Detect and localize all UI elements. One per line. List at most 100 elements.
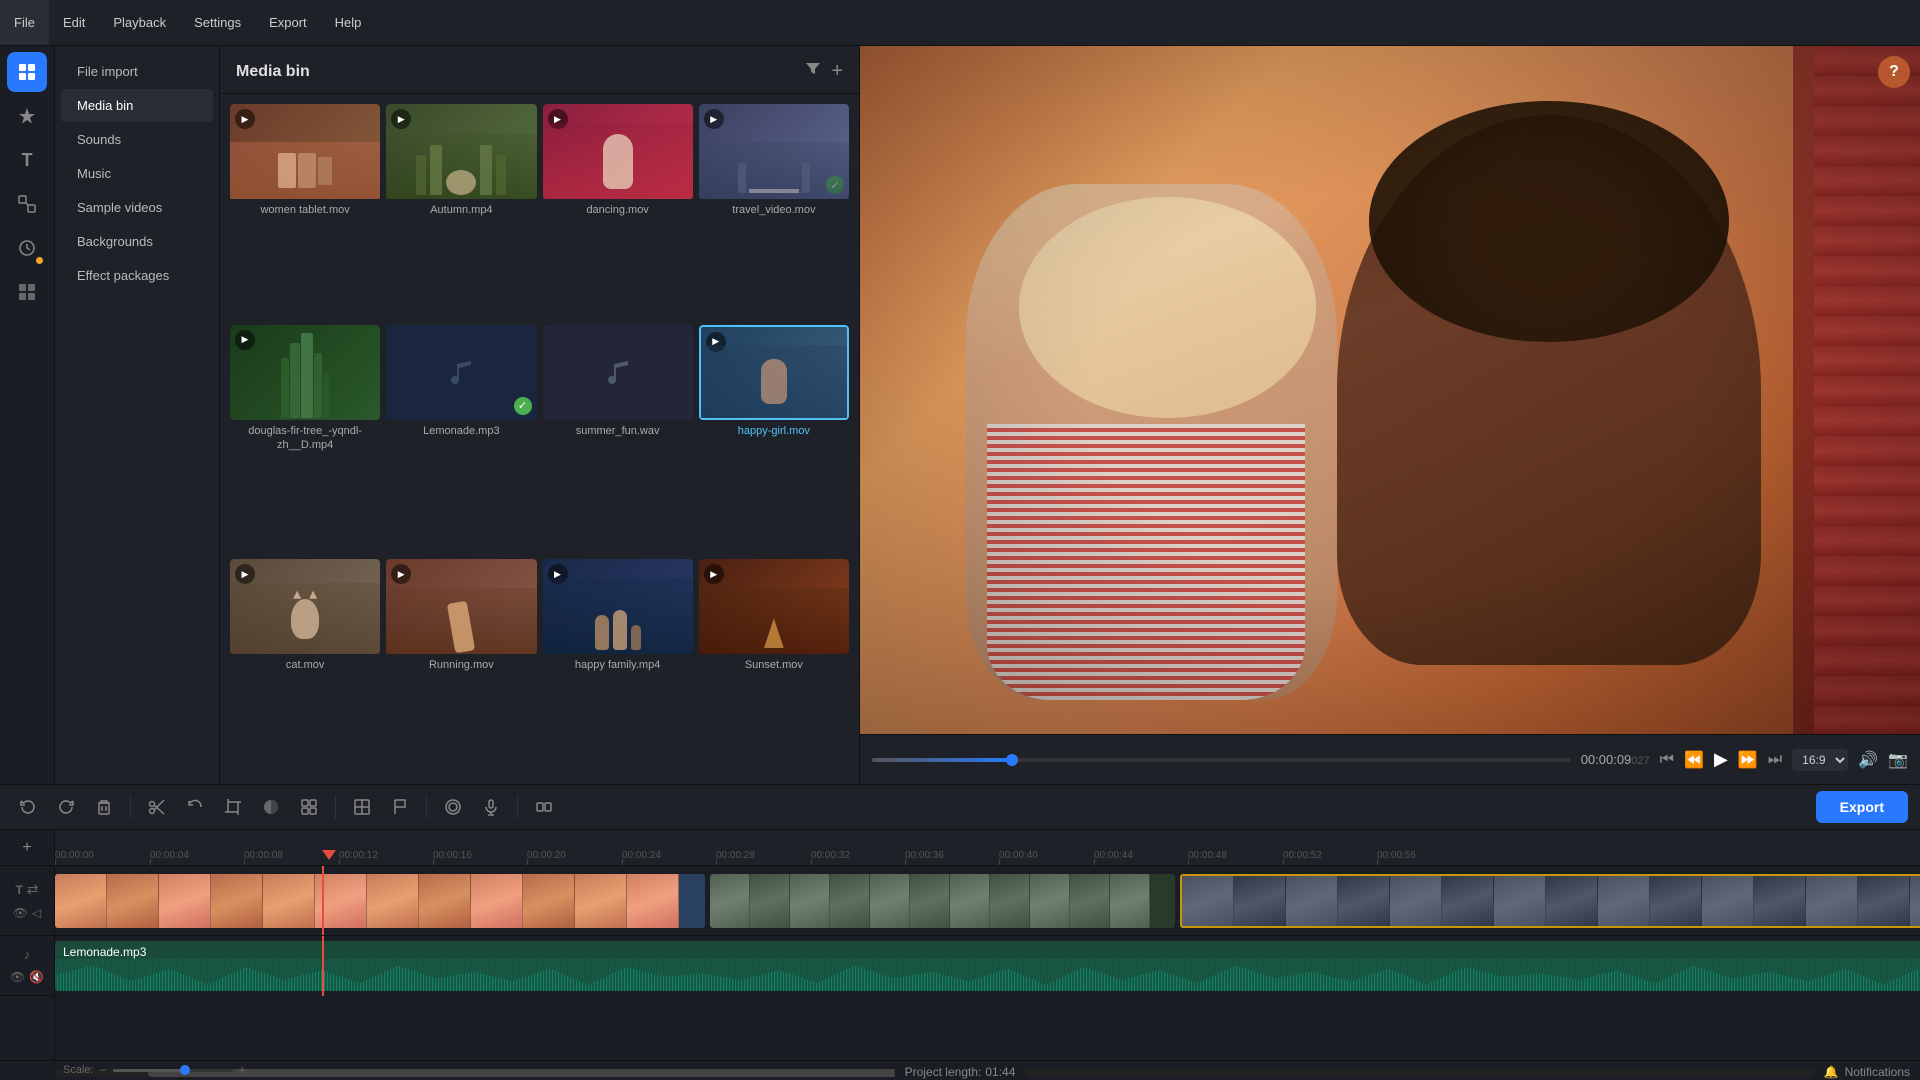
sidebar-item-media-bin[interactable]: Media bin xyxy=(61,89,213,122)
scale-slider[interactable] xyxy=(113,1069,233,1072)
skip-to-end-button[interactable]: ⏭ xyxy=(1768,751,1782,769)
split-button[interactable] xyxy=(528,791,560,823)
flag-button[interactable] xyxy=(384,791,416,823)
time-milliseconds: 027 xyxy=(1631,755,1649,767)
filter-button[interactable] xyxy=(293,791,325,823)
sidebar-transitions-btn[interactable] xyxy=(7,184,47,224)
add-media-icon[interactable]: + xyxy=(831,60,843,83)
timeline-main: + T ⇄ 👁 ◁ ♪ 👁 🔇 xyxy=(0,830,1920,1060)
notifications-area[interactable]: 🔔 Notifications xyxy=(1814,1064,1920,1080)
help-button[interactable]: ? xyxy=(1878,56,1910,88)
separator-4 xyxy=(517,795,518,819)
current-time: 00:00:09 xyxy=(1581,752,1632,767)
media-item-autumn[interactable]: ▶ Autumn.mp4 xyxy=(386,104,536,319)
snapshot-button[interactable]: 📷 xyxy=(1888,750,1908,770)
progress-fill xyxy=(872,758,1012,762)
playhead-video xyxy=(322,866,324,935)
media-item-summer-fun[interactable]: summer_fun.wav xyxy=(543,325,693,554)
menu-help[interactable]: Help xyxy=(321,0,376,45)
scale-slider-thumb[interactable] xyxy=(180,1065,190,1075)
volume-button[interactable]: 🔊 xyxy=(1858,750,1878,770)
eye-audio-icon[interactable]: 👁 xyxy=(10,970,25,984)
skip-to-start-button[interactable]: ⏮ xyxy=(1660,751,1674,769)
sidebar-pin-btn[interactable] xyxy=(7,96,47,136)
aspect-ratio-select[interactable]: 16:9 4:3 1:1 9:16 xyxy=(1792,749,1848,771)
layout-button[interactable] xyxy=(346,791,378,823)
notifications-label: Notifications xyxy=(1845,1065,1910,1079)
sidebar-media-btn[interactable] xyxy=(7,52,47,92)
video-track-label: T ⇄ 👁 ◁ xyxy=(0,866,54,936)
rotate-button[interactable] xyxy=(179,791,211,823)
media-item-women-tablet[interactable]: ▶ women tablet.mov xyxy=(230,104,380,319)
media-item-douglas[interactable]: ▶ douglas-fir-tree_-yqndl-zh__D.mp4 xyxy=(230,325,380,554)
sidebar-clock-btn[interactable] xyxy=(7,228,47,268)
sidebar-effects-btn[interactable] xyxy=(7,272,47,312)
next-frame-button[interactable]: ⏩ xyxy=(1738,750,1758,770)
prev-frame-button[interactable]: ⏪ xyxy=(1684,750,1704,770)
sidebar-item-sounds[interactable]: Sounds xyxy=(61,123,213,156)
ruler-mark-32: 00:00:32 xyxy=(811,850,850,861)
ruler-mark-36: 00:00:36 xyxy=(905,850,944,861)
voiceover-button[interactable] xyxy=(475,791,507,823)
clip-women-tablet[interactable] xyxy=(55,874,705,928)
sidebar-item-file-import[interactable]: File import xyxy=(61,55,213,88)
scale-slider-fill xyxy=(113,1069,185,1072)
clip-happy-girl[interactable] xyxy=(1180,874,1920,928)
timeline-scrollbar-thumb[interactable] xyxy=(148,1069,987,1077)
menu-edit[interactable]: Edit xyxy=(49,0,99,45)
cut-button[interactable] xyxy=(141,791,173,823)
add-track-icon[interactable]: + xyxy=(22,839,31,857)
media-item-sunset[interactable]: ▶ Sunset.mov xyxy=(699,559,849,774)
scale-minus-icon[interactable]: − xyxy=(100,1063,107,1077)
video-track[interactable] xyxy=(55,866,1920,936)
sidebar-item-sample-videos[interactable]: Sample videos xyxy=(61,191,213,224)
media-item-travel[interactable]: ▶ ✓ travel_video.mov xyxy=(699,104,849,319)
audio-waveform xyxy=(55,959,1920,991)
progress-bar[interactable] xyxy=(872,758,1571,762)
timeline-add-track[interactable]: + xyxy=(0,830,54,866)
clip-travel-video[interactable] xyxy=(710,874,1175,928)
progress-thumb[interactable] xyxy=(1006,754,1018,766)
separator-3 xyxy=(426,795,427,819)
delete-button[interactable] xyxy=(88,791,120,823)
media-item-running[interactable]: ▶ Running.mov xyxy=(386,559,536,774)
play-pause-button[interactable]: ▶ xyxy=(1714,749,1728,770)
media-item-label: summer_fun.wav xyxy=(543,424,693,442)
sidebar-text-btn[interactable]: T xyxy=(7,140,47,180)
ruler-mark-44: 00:00:44 xyxy=(1094,850,1133,861)
timeline-ruler[interactable]: 00:00:00 00:00:04 00:00:08 00:00:12 00:0… xyxy=(55,830,1920,866)
record-button[interactable] xyxy=(437,791,469,823)
filter-icon[interactable] xyxy=(805,60,821,83)
media-item-happy-girl[interactable]: ▶ happy-girl.mov xyxy=(699,325,849,554)
media-item-dancing[interactable]: ▶ dancing.mov xyxy=(543,104,693,319)
menu-export[interactable]: Export xyxy=(255,0,321,45)
sidebar-item-backgrounds[interactable]: Backgrounds xyxy=(61,225,213,258)
media-grid: ▶ women tablet.mov ▶ xyxy=(220,94,859,784)
music-note-icon xyxy=(598,352,638,392)
media-item-label: dancing.mov xyxy=(543,203,693,221)
link-track-icon: ⇄ xyxy=(27,881,39,898)
export-button[interactable]: Export xyxy=(1816,791,1908,823)
eye-track-icon[interactable]: 👁 xyxy=(13,906,28,920)
media-item-cat[interactable]: ▶ cat.mov xyxy=(230,559,380,774)
menu-file[interactable]: File xyxy=(0,0,49,45)
media-item-happy-family[interactable]: ▶ happy family.mp4 xyxy=(543,559,693,774)
media-item-lemonade[interactable]: ✓ Lemonade.mp3 xyxy=(386,325,536,554)
panel-sidebar: File import Media bin Sounds Music Sampl… xyxy=(55,46,220,784)
menu-bar: File Edit Playback Settings Export Help xyxy=(0,0,1920,46)
redo-button[interactable] xyxy=(50,791,82,823)
mute-audio-icon[interactable]: 🔇 xyxy=(29,970,44,984)
audio-track-icon[interactable]: ◁ xyxy=(32,906,41,920)
scale-controls: Scale: − + xyxy=(55,1063,254,1077)
menu-settings[interactable]: Settings xyxy=(180,0,255,45)
color-button[interactable] xyxy=(255,791,287,823)
clip-lemonade-audio[interactable]: Lemonade.mp3 xyxy=(55,941,1920,991)
undo-button[interactable] xyxy=(12,791,44,823)
ruler-mark-24: 00:00:24 xyxy=(622,850,661,861)
scale-plus-icon[interactable]: + xyxy=(239,1063,246,1077)
audio-track[interactable]: Lemonade.mp3 xyxy=(55,936,1920,996)
crop-button[interactable] xyxy=(217,791,249,823)
sidebar-item-music[interactable]: Music xyxy=(61,157,213,190)
sidebar-item-effect-packages[interactable]: Effect packages xyxy=(61,259,213,292)
menu-playback[interactable]: Playback xyxy=(99,0,180,45)
